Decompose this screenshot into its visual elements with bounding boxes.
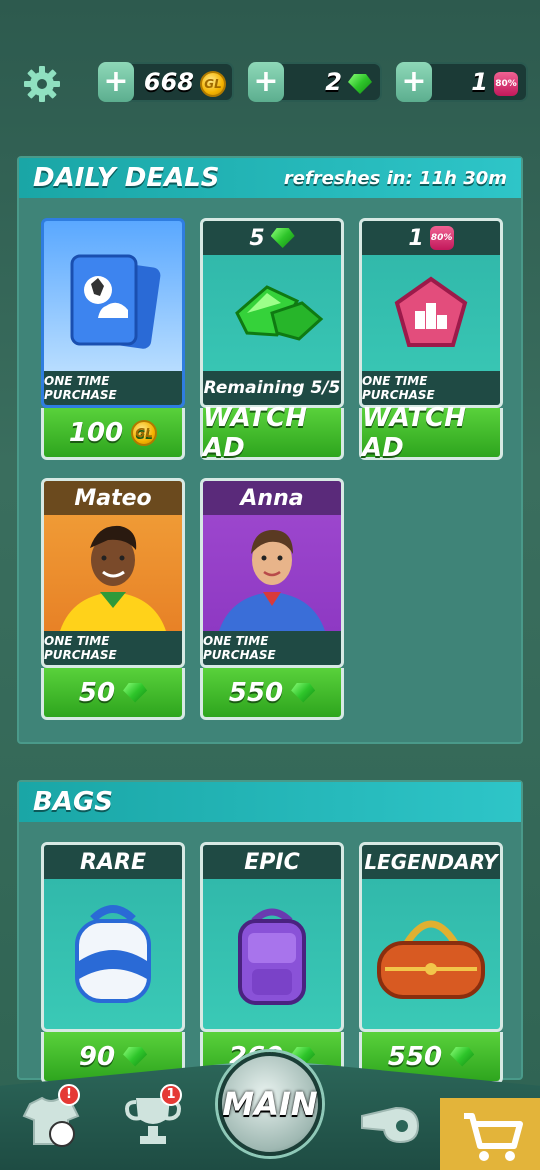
deal-banner: ONE TIME PURCHASE <box>362 371 500 405</box>
team-notification-badge: ! <box>58 1084 80 1106</box>
coin-counter: + 668 GL <box>98 62 234 102</box>
gem-amount: 2 <box>325 68 342 96</box>
bags-header: BAGS <box>19 782 521 822</box>
coin-icon: GL <box>200 71 226 97</box>
trophy-notification-badge: 1 <box>160 1084 182 1106</box>
whistle-icon <box>361 1106 420 1144</box>
deal-player-anna[interactable]: Anna ONE TIME PURCHASE 550 <box>200 478 344 720</box>
coin-amount: 668 <box>143 68 194 96</box>
nav-trophy-tab[interactable]: 1 <box>118 1084 188 1150</box>
cart-icon <box>464 1113 523 1161</box>
coin-icon: GL <box>131 419 158 446</box>
deal-token[interactable]: 1 80% ONE TIME PURCHASE WATCH AD <box>359 218 503 463</box>
player-anna-art <box>203 515 341 638</box>
daily-deals-panel: DAILY DEALS refreshes in: 11h 30m ONE TI… <box>17 156 523 744</box>
deal-banner: ONE TIME PURCHASE <box>203 631 341 665</box>
gems-art <box>203 255 341 371</box>
token-amount: 1 <box>471 68 488 96</box>
nav-whistle-tab[interactable] <box>356 1090 426 1150</box>
rare-bag-icon <box>44 879 182 1029</box>
add-gems-button[interactable]: + <box>248 62 284 102</box>
gem-icon <box>270 228 295 248</box>
refresh-timer: refreshes in: 11h 30m <box>283 167 507 189</box>
add-tokens-button[interactable]: + <box>396 62 432 102</box>
deal-player-mateo[interactable]: Mateo ONE TIME PURCHASE 50 <box>41 478 185 720</box>
legendary-bag-icon <box>362 879 500 1029</box>
watch-ad-token-button[interactable]: WATCH AD <box>359 403 503 463</box>
bags-panel: BAGS RARE 90 EPIC LEGENDARY 550 <box>17 780 523 1084</box>
token-icon: 80% <box>429 226 454 250</box>
deal-token-header: 1 80% <box>362 221 500 255</box>
deal-gems-header: 5 <box>203 221 341 255</box>
top-bar: + 668 GL + 2 + 1 80% <box>0 60 540 106</box>
bag-name: EPIC <box>203 845 341 879</box>
bag-epic[interactable]: EPIC 260 <box>200 842 344 1084</box>
main-label: MAIN <box>222 1085 318 1123</box>
buy-anna-button[interactable]: 550 <box>200 668 344 720</box>
gem-icon <box>123 682 148 703</box>
bag-rare[interactable]: RARE 90 <box>41 842 185 1084</box>
add-coins-button[interactable]: + <box>98 62 134 102</box>
daily-deals-header: DAILY DEALS refreshes in: 11h 30m <box>19 158 521 198</box>
deal-card-pack[interactable]: ONE TIME PURCHASE 100 GL <box>41 218 185 460</box>
bottom-nav: ! 1 MAIN <box>0 1050 540 1170</box>
buy-pack-button[interactable]: 100 GL <box>41 408 185 460</box>
gem-icon <box>348 74 374 100</box>
nav-team-tab[interactable]: ! <box>16 1084 86 1150</box>
token-icon: 80% <box>494 71 520 97</box>
settings-gear-icon[interactable] <box>22 64 62 104</box>
main-button[interactable]: MAIN <box>218 1052 322 1156</box>
player-mateo-art <box>44 515 182 638</box>
nav-shop-tab[interactable] <box>440 1098 540 1170</box>
bag-name: LEGENDARY <box>362 845 500 879</box>
gem-icon <box>291 682 316 703</box>
bags-title: BAGS <box>33 787 114 817</box>
bag-name: RARE <box>44 845 182 879</box>
deal-banner: ONE TIME PURCHASE <box>44 631 182 665</box>
card-pack-art <box>44 231 182 371</box>
token-art <box>362 255 500 371</box>
epic-bag-icon <box>203 879 341 1029</box>
deal-gems[interactable]: 5 Remaining 5/5 WATCH AD <box>200 218 344 463</box>
watch-ad-gems-button[interactable]: WATCH AD <box>200 403 344 463</box>
gem-counter: + 2 <box>248 62 382 102</box>
deal-banner: ONE TIME PURCHASE <box>44 371 182 405</box>
token-counter: + 1 80% <box>396 62 528 102</box>
daily-deals-title: DAILY DEALS <box>33 163 220 193</box>
bag-legendary[interactable]: LEGENDARY 550 <box>359 842 503 1084</box>
buy-mateo-button[interactable]: 50 <box>41 668 185 720</box>
deal-banner: Remaining 5/5 <box>203 371 341 405</box>
